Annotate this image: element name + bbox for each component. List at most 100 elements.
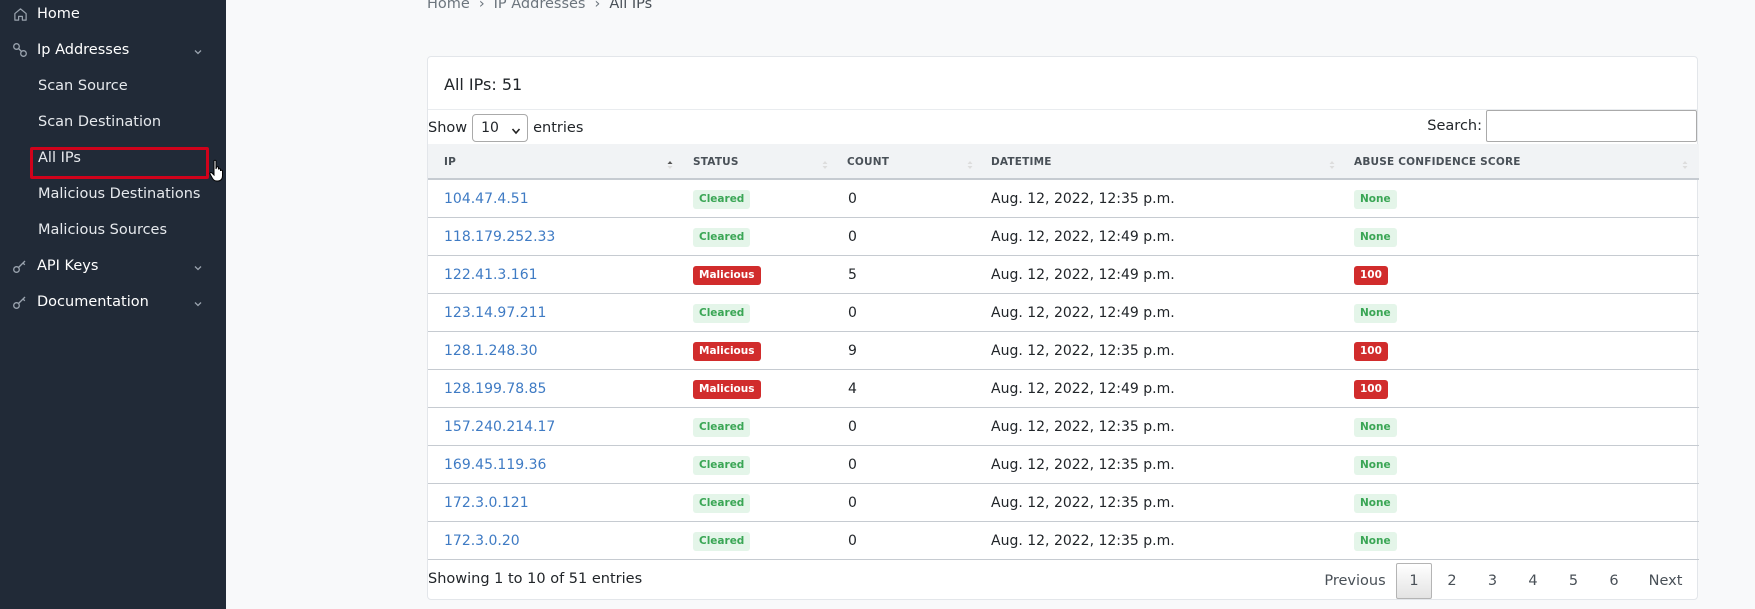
next-page-button[interactable]: Next <box>1634 563 1697 599</box>
score-badge: None <box>1354 455 1397 475</box>
ip-link[interactable]: 118.179.252.33 <box>444 229 555 245</box>
datetime-cell: Aug. 12, 2022, 12:35 p.m. <box>991 419 1175 435</box>
entries-length-control: Show 10 entries <box>428 112 583 144</box>
sidebar-subitem-label: Scan Source <box>38 78 128 94</box>
table-row: 169.45.119.36 Cleared 0 Aug. 12, 2022, 12:3… <box>428 446 1699 484</box>
previous-page-button[interactable]: Previous <box>1318 563 1392 599</box>
chevron-down-icon <box>193 261 203 271</box>
ip-link[interactable]: 123.14.97.211 <box>444 305 546 321</box>
datetime-cell: Aug. 12, 2022, 12:35 p.m. <box>991 457 1175 473</box>
ip-link[interactable]: 169.45.119.36 <box>444 457 546 473</box>
chevron-down-icon <box>511 124 521 135</box>
score-badge: None <box>1354 417 1397 437</box>
breadcrumb-home-link[interactable]: Home <box>427 0 470 12</box>
column-header-status[interactable]: STATUS <box>693 144 813 180</box>
sidebar-item-documentation[interactable]: Documentation <box>0 284 226 320</box>
sort-icon <box>1328 156 1336 169</box>
sidebar-item-api-keys[interactable]: API Keys <box>0 248 226 284</box>
sidebar-item-ip-addresses[interactable]: Ip Addresses <box>0 32 226 68</box>
key-icon <box>12 294 28 310</box>
score-badge: None <box>1354 493 1397 513</box>
ip-cell: 123.14.97.211 <box>444 294 546 332</box>
entries-select-value: 10 <box>481 120 499 136</box>
column-header-abuse-confidence-score[interactable]: ABUSE CONFIDENCE SCORE <box>1354 144 1654 180</box>
sidebar-subitem-scan-source[interactable]: Scan Source <box>0 68 226 104</box>
score-badge: None <box>1354 303 1397 323</box>
count-cell: 5 <box>848 267 857 283</box>
ip-link[interactable]: 128.199.78.85 <box>444 381 546 397</box>
page-button[interactable]: 2 <box>1432 563 1472 599</box>
ip-link[interactable]: 157.240.214.17 <box>444 419 555 435</box>
column-header-count[interactable]: COUNT <box>847 144 947 180</box>
sidebar-item-label: Documentation <box>37 294 149 310</box>
breadcrumb-separator: › <box>478 0 485 12</box>
score-cell: None <box>1354 446 1397 484</box>
sidebar-item-home[interactable]: Home <box>0 0 226 32</box>
status-cell: Cleared <box>693 408 751 446</box>
table-header: IP STATUS COUNT DATETIME ABUSE CONFIDENC… <box>428 144 1699 180</box>
page-button[interactable]: 3 <box>1472 563 1513 599</box>
ip-cell: 128.1.248.30 <box>444 332 538 370</box>
score-badge: None <box>1354 531 1397 551</box>
column-header-ip[interactable]: IP <box>444 144 674 180</box>
score-cell: None <box>1354 180 1397 218</box>
status-badge: Cleared <box>693 493 751 513</box>
status-badge: Cleared <box>693 189 751 209</box>
score-cell: None <box>1354 294 1397 332</box>
score-cell: None <box>1354 484 1397 522</box>
card-title: All IPs: 51 <box>444 75 523 94</box>
sidebar-subitem-label: Malicious Sources <box>38 222 168 238</box>
ip-link[interactable]: 128.1.248.30 <box>444 343 538 359</box>
page-button[interactable]: 1 <box>1396 563 1432 599</box>
sort-icon <box>966 156 974 169</box>
table-row: 122.41.3.161 Malicious 5 Aug. 12, 2022, 12:… <box>428 256 1699 294</box>
ip-cell: 118.179.252.33 <box>444 218 555 256</box>
search-input[interactable] <box>1486 110 1697 142</box>
sidebar-subitem-label: Malicious Destinations <box>38 186 201 202</box>
entries-label: entries <box>533 120 584 136</box>
column-header-datetime[interactable]: DATETIME <box>991 144 1191 180</box>
score-cell: None <box>1354 218 1397 256</box>
sidebar-subitem-malicious-sources[interactable]: Malicious Sources <box>0 212 226 248</box>
sidebar-item-label: Home <box>37 6 80 22</box>
breadcrumb: Home › IP Addresses › All IPs <box>427 0 652 12</box>
status-cell: Cleared <box>693 218 751 256</box>
ip-link[interactable]: 172.3.0.121 <box>444 495 529 511</box>
score-cell: None <box>1354 522 1397 560</box>
sidebar-subitem-all-ips[interactable]: All IPs <box>0 140 226 176</box>
count-cell: 0 <box>848 495 857 511</box>
datetime-cell: Aug. 12, 2022, 12:49 p.m. <box>991 381 1175 397</box>
chevron-down-icon <box>193 297 203 307</box>
page-button[interactable]: 5 <box>1553 563 1594 599</box>
count-cell: 0 <box>848 419 857 435</box>
score-cell: None <box>1354 408 1397 446</box>
status-cell: Cleared <box>693 446 751 484</box>
ip-link[interactable]: 104.47.4.51 <box>444 191 529 207</box>
ip-cell: 172.3.0.20 <box>444 522 520 560</box>
datetime-cell: Aug. 12, 2022, 12:49 p.m. <box>991 305 1175 321</box>
ip-cell: 172.3.0.121 <box>444 484 529 522</box>
entries-select[interactable]: 10 <box>472 114 529 142</box>
table-row: 128.1.248.30 Malicious 9 Aug. 12, 2022, 12:… <box>428 332 1699 370</box>
datetime-cell: Aug. 12, 2022, 12:35 p.m. <box>991 191 1175 207</box>
ip-link[interactable]: 172.3.0.20 <box>444 533 520 549</box>
all-ips-card: All IPs: 51 Show 10 entries Search: IP S… <box>427 56 1699 600</box>
sidebar-item-label: API Keys <box>37 258 99 274</box>
datetime-cell: Aug. 12, 2022, 12:35 p.m. <box>991 533 1175 549</box>
status-badge: Cleared <box>693 227 751 247</box>
datetime-cell: Aug. 12, 2022, 12:35 p.m. <box>991 343 1175 359</box>
status-badge: Cleared <box>693 303 751 323</box>
score-badge: 100 <box>1354 379 1388 399</box>
page-button[interactable]: 4 <box>1513 563 1553 599</box>
sidebar-subitem-scan-destination[interactable]: Scan Destination <box>0 104 226 140</box>
page-button[interactable]: 6 <box>1594 563 1634 599</box>
ip-link[interactable]: 122.41.3.161 <box>444 267 538 283</box>
table-row: 172.3.0.121 Cleared 0 Aug. 12, 2022, 12:35 … <box>428 484 1699 522</box>
sidebar-subitem-malicious-destinations[interactable]: Malicious Destinations <box>0 176 226 212</box>
home-icon <box>12 6 28 22</box>
table-row: 157.240.214.17 Cleared 0 Aug. 12, 2022, 12:… <box>428 408 1699 446</box>
ip-cell: 169.45.119.36 <box>444 446 546 484</box>
sort-icon <box>821 156 829 169</box>
breadcrumb-ip-addresses-link[interactable]: IP Addresses <box>494 0 586 12</box>
sidebar-item-label: Ip Addresses <box>37 42 130 58</box>
